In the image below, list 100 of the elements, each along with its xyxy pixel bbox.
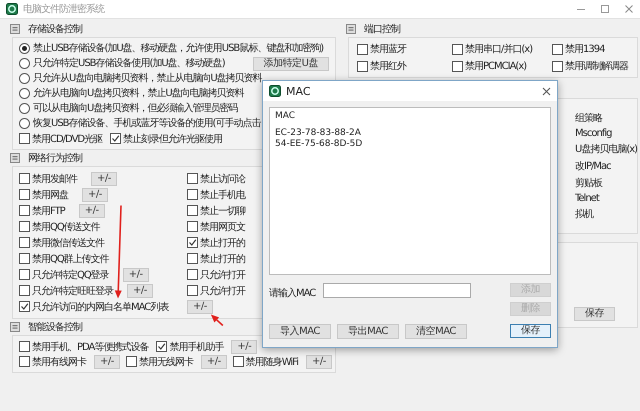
checkbox[interactable] <box>19 221 30 232</box>
checkbox-label: 禁用发邮件 <box>32 172 77 186</box>
button[interactable]: 添加特定U盘 <box>252 56 329 70</box>
checkbox[interactable] <box>187 269 198 280</box>
checkbox[interactable] <box>110 133 122 144</box>
checkbox[interactable] <box>187 285 198 296</box>
checkbox-label: 禁用微信传送文件 <box>32 236 104 250</box>
app-icon <box>6 3 18 15</box>
list-item[interactable]: 54-EE-75-68-8D-5D <box>275 139 545 149</box>
section-title: 存储设备控制 <box>28 22 82 36</box>
input-field[interactable] <box>323 283 472 298</box>
checkbox[interactable] <box>452 60 463 72</box>
checkbox[interactable] <box>19 269 30 280</box>
column-header: MAC <box>275 111 296 121</box>
button[interactable]: +/- <box>94 354 120 368</box>
option-label: 拟机 <box>575 208 594 221</box>
checkbox-label: 禁用网页文 <box>200 220 245 234</box>
checkbox-label: 禁止打开的 <box>200 236 245 250</box>
button[interactable]: +/- <box>306 354 332 368</box>
option-label: 剪贴板 <box>575 176 604 190</box>
option-label: Telnet <box>575 193 600 204</box>
checkbox[interactable] <box>19 253 30 264</box>
checkbox[interactable] <box>357 60 368 72</box>
annotation-arrow <box>210 314 224 326</box>
radio-button[interactable] <box>19 73 30 84</box>
checkbox-label: 禁用CD/DVD光驱 <box>32 132 102 146</box>
radio-button[interactable] <box>19 58 30 69</box>
checkbox-label: 禁用手机、PDA等便携式设备 <box>32 340 148 354</box>
checkbox[interactable] <box>187 237 198 248</box>
button[interactable]: +/- <box>187 300 213 314</box>
close-icon <box>624 4 634 14</box>
checkbox[interactable] <box>357 44 368 54</box>
button[interactable]: +/- <box>82 188 108 202</box>
checkbox-label: 禁用无线网卡 <box>138 356 193 368</box>
checkbox-label: 只允许打开 <box>200 268 245 282</box>
checkbox[interactable] <box>187 221 198 232</box>
option-label: 改IP/Mac <box>575 160 612 173</box>
checkbox[interactable] <box>19 356 30 367</box>
button[interactable]: +/- <box>127 284 153 298</box>
app-icon <box>269 85 281 97</box>
checkbox[interactable] <box>552 60 563 72</box>
checkbox[interactable] <box>19 237 30 248</box>
checkbox[interactable] <box>19 341 30 352</box>
radio-button[interactable] <box>19 43 30 54</box>
checkbox-label: 禁用有线网卡 <box>32 356 86 368</box>
button[interactable]: 导入MAC <box>269 324 331 339</box>
radio-button[interactable] <box>19 103 30 114</box>
button[interactable]: +/- <box>231 340 258 354</box>
list-item[interactable]: EC-23-78-83-88-2A <box>275 128 545 138</box>
section-icon <box>10 322 20 332</box>
close-icon[interactable] <box>542 86 551 96</box>
checkbox[interactable] <box>187 205 198 216</box>
checkbox-label: 禁止刻录但允许光驱使用 <box>123 132 222 146</box>
checkbox[interactable] <box>19 285 30 296</box>
checkbox[interactable] <box>19 133 30 144</box>
section-title: 端口控制 <box>364 22 400 36</box>
button[interactable]: +/- <box>200 354 227 368</box>
radio-button[interactable] <box>19 88 30 99</box>
button[interactable]: 保存 <box>574 307 616 321</box>
checkbox-label: 只允许特定旺旺登录 <box>32 284 113 298</box>
checkbox[interactable] <box>187 253 198 264</box>
button[interactable]: +/- <box>122 268 149 282</box>
button[interactable]: 导出MAC <box>337 324 399 339</box>
checkbox[interactable] <box>452 44 463 54</box>
maximize-icon <box>600 4 610 14</box>
window-title: 电脑文件防泄密系统 <box>23 2 104 16</box>
checkbox-label: 只允许打开 <box>200 284 245 298</box>
checkbox-label: 禁用蓝牙 <box>370 42 406 56</box>
checkbox[interactable] <box>187 189 198 200</box>
checkbox-label: 禁用网盘 <box>32 188 68 202</box>
checkbox[interactable] <box>19 189 30 200</box>
checkbox-label: 禁用QQ传送文件 <box>32 220 100 234</box>
checkbox[interactable] <box>232 356 244 367</box>
checkbox[interactable] <box>552 44 563 54</box>
option-label: 组策略 <box>575 112 604 125</box>
button[interactable]: +/- <box>78 204 105 218</box>
section-title: 智能设备控制 <box>28 320 82 334</box>
radio-label: 允许从电脑向U盘拷贝资料，禁止U盘向电脑拷贝资料 <box>33 88 244 100</box>
section-icon <box>10 153 20 163</box>
checkbox[interactable] <box>126 356 137 367</box>
section-icon <box>10 24 20 34</box>
button[interactable]: 保存 <box>510 324 551 338</box>
checkbox[interactable] <box>19 173 30 184</box>
checkbox-label: 禁止访问论 <box>200 172 245 186</box>
radio-button[interactable] <box>19 118 30 129</box>
checkbox-label: 禁用随身WiFi <box>246 356 298 368</box>
checkbox-label: 禁用PCMCIA(x) <box>465 60 526 73</box>
checkbox-label: 禁用QQ群上传文件 <box>32 252 109 266</box>
checkbox[interactable] <box>156 341 168 352</box>
radio-label: 恢复USB存储设备、手机或蓝牙等设备的使用(可手动点击 <box>33 118 260 130</box>
checkbox[interactable] <box>19 301 30 312</box>
button[interactable]: +/- <box>91 172 117 186</box>
checkbox[interactable] <box>19 205 30 216</box>
checkbox-label: 禁用FTP <box>32 204 65 218</box>
checkbox-label: 禁用手机助手 <box>169 340 224 354</box>
option-label: Msconfig <box>575 128 612 139</box>
button[interactable]: 清空MAC <box>405 324 467 339</box>
checkbox-label: 只允许访问的内网白名单MAC列表 <box>32 300 168 314</box>
radio-label: 只允许特定USB存储设备使用(加U盘、移动硬盘) <box>33 58 225 70</box>
checkbox[interactable] <box>187 173 198 184</box>
